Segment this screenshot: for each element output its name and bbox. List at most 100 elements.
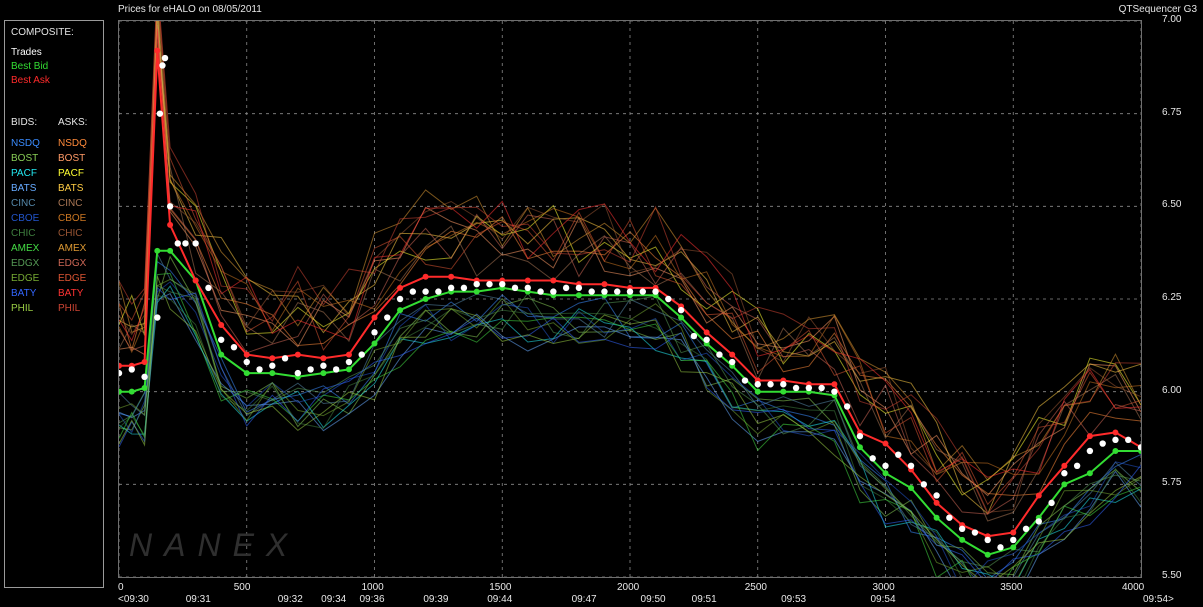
point-trade [907,462,915,469]
point-trade [920,481,928,488]
time-label: 09:44 [487,594,513,605]
point-trade [984,536,991,544]
point-trade [562,284,570,292]
point-best-bid [882,470,889,477]
y-tick-label: 6.25 [1162,292,1182,303]
point-best-ask [703,329,710,336]
time-label: 09:54> [1143,594,1174,605]
point-best-bid [422,296,429,302]
nanex-watermark: NANEX [129,527,299,563]
point-best-ask [831,381,838,388]
point-trade [716,351,723,358]
point-best-bid [154,247,161,254]
point-trade [1061,470,1068,477]
point-best-bid [320,370,327,377]
point-trade [396,295,404,303]
x-tick-label: 1500 [489,582,512,593]
point-trade [856,432,864,440]
point-trade [166,203,174,210]
point-best-bid [1112,447,1119,454]
plot-area: NANEX [115,0,1145,607]
point-trade [499,280,506,288]
point-best-ask [448,273,455,280]
point-trade [690,332,698,340]
point-trade [524,284,531,292]
point-trade [665,295,672,303]
point-trade [626,288,634,295]
point-trade [332,366,340,373]
x-tick-label: 2000 [617,582,640,593]
legend-ask-edge: EDGE [58,273,87,284]
point-trade [652,288,659,295]
point-trade [243,358,250,366]
point-best-bid [1086,470,1093,477]
point-best-bid [473,288,480,295]
point-best-ask [882,440,889,447]
time-label: 09:32 [277,594,303,605]
point-best-ask [1010,529,1017,536]
point-best-ask [397,284,404,291]
time-label: <09:30 [118,594,149,605]
point-trade [320,362,327,369]
legend-ask-nsdq: NSDQ [58,138,87,149]
point-best-ask [1112,429,1119,436]
legend-best-bid: Best Bid [11,61,49,72]
point-best-ask [294,351,301,358]
point-trade [741,377,749,384]
point-trade [703,336,710,343]
point-trade [269,362,276,369]
y-tick-label: 6.75 [1162,106,1182,118]
point-trade [575,284,583,292]
point-trade [1010,536,1017,544]
point-trade [230,343,238,351]
point-trade [174,240,181,247]
point-trade [1112,436,1119,444]
point-trade [460,284,468,292]
point-best-ask [1061,462,1068,469]
point-trade [677,306,685,314]
time-label: 09:51 [691,594,717,605]
legend-ask-amex: AMEX [58,243,87,254]
point-trade [869,455,876,462]
legend-ask-chic: CHIC [58,228,83,239]
point-trade [358,351,365,358]
point-trade [447,284,455,292]
point-best-bid [1061,481,1068,488]
point-trade [843,403,851,410]
point-best-bid [908,485,915,492]
point-best-bid [754,388,761,395]
point-best-bid [1010,544,1017,551]
point-trade [128,366,135,373]
legend-ask-baty: BATY [58,288,84,299]
legend-bid-edgx: EDGX [11,258,40,269]
point-best-ask [154,47,161,54]
point-trade [511,284,519,292]
time-label: 09:53 [781,594,807,605]
point-best-ask [320,355,327,362]
legend-bid-baty: BATY [11,288,37,299]
time-label: 09:47 [571,594,597,605]
y-tick-label: 5.75 [1162,477,1182,489]
legend-ask-edgx: EDGX [58,258,87,269]
point-trade [154,314,161,321]
point-trade [537,288,544,295]
point-best-ask [601,281,608,288]
point-best-bid [856,444,863,451]
point-trade [371,329,378,336]
point-trade [882,462,889,469]
y-tick-label: 6.00 [1162,384,1182,396]
point-trade [831,388,838,395]
time-label: 09:36 [359,594,385,605]
ask-trace-amex [118,0,1142,482]
point-trade [729,358,736,366]
x-tick-label: 3500 [1000,582,1023,593]
legend-ask-cboe: CBOE [58,213,87,224]
legend-trades: Trades [11,47,42,58]
point-trade [115,369,123,377]
point-best-ask [116,362,122,369]
point-trade [895,451,902,458]
point-trade [156,110,164,117]
point-trade [601,288,608,295]
y-tick-label: 5.50 [1162,570,1182,581]
point-trade [805,384,813,392]
